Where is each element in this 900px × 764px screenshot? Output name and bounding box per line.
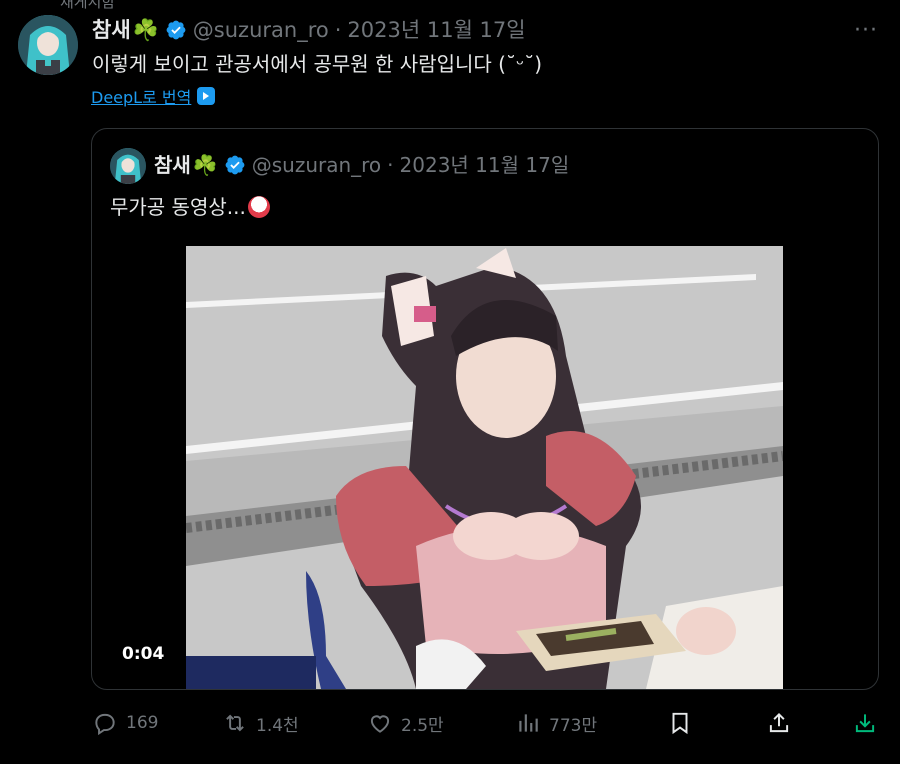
tweet-detail: 재게시함 참새 ☘️ @suzuran_ro · 2023년 11월 17일 ·… [0,0,900,764]
quoted-text: 무가공 동영상... [110,193,270,221]
repost-context: 재게시함 [60,0,116,11]
author-name[interactable]: 참새 [92,16,131,44]
download-button[interactable] [852,705,878,741]
quoted-text-content: 무가공 동영상... [110,195,246,219]
quoted-author-name[interactable]: 참새 [154,151,191,179]
more-icon[interactable]: ··· [854,18,878,43]
quoted-tweet[interactable]: 참새 ☘️ @suzuran_ro · 2023년 11월 17일 무가공 동영… [91,128,879,690]
retweet-button[interactable]: 1.4천 [222,705,299,741]
share-icon [766,710,792,736]
rice-emoji-icon [247,196,270,218]
views-icon [515,710,541,736]
views-button[interactable]: 773만 [515,705,597,741]
like-icon [367,710,393,736]
like-count: 2.5만 [401,715,444,736]
verified-badge-icon[interactable] [224,154,246,176]
author-handle[interactable]: @suzuran_ro [193,16,329,44]
reply-button[interactable]: 169 [92,705,158,741]
clover-emoji: ☘️ [132,18,159,42]
like-button[interactable]: 2.5만 [367,705,444,741]
quoted-author-handle[interactable]: @suzuran_ro [252,151,381,179]
bookmark-icon [667,710,693,736]
quoted-header: 참새 ☘️ @suzuran_ro · 2023년 11월 17일 [154,151,569,179]
video-player[interactable] [186,246,783,689]
deepl-icon [197,87,216,105]
separator-dot: · [334,18,342,42]
translate-link[interactable]: DeepL로 번역 [91,84,216,108]
share-button[interactable] [766,705,792,741]
retweet-count: 1.4천 [256,715,299,736]
tweet-date[interactable]: 2023년 11월 17일 [347,16,525,44]
reply-icon [92,710,118,736]
action-bar: 169 1.4천 2.5만 773만 [92,705,882,741]
tweet-text: 이렇게 보이고 관공서에서 공무원 한 사람입니다 (˘ᵕ˘) [92,52,543,76]
quoted-date[interactable]: 2023년 11월 17일 [400,151,570,179]
download-icon [852,710,878,736]
tweet-header: 참새 ☘️ @suzuran_ro · 2023년 11월 17일 [92,16,526,44]
author-avatar[interactable] [18,15,78,75]
reply-count: 169 [126,713,159,733]
video-duration: 0:04 [122,644,165,664]
quoted-author-avatar[interactable] [110,148,146,184]
clover-emoji: ☘️ [192,153,218,177]
view-count: 773만 [549,715,598,736]
retweet-icon [222,710,248,736]
separator-dot: · [387,153,394,177]
video-frame [186,246,783,689]
translate-label[interactable]: DeepL로 번역 [91,84,191,108]
bookmark-button[interactable] [667,705,693,741]
verified-badge-icon[interactable] [165,19,187,41]
